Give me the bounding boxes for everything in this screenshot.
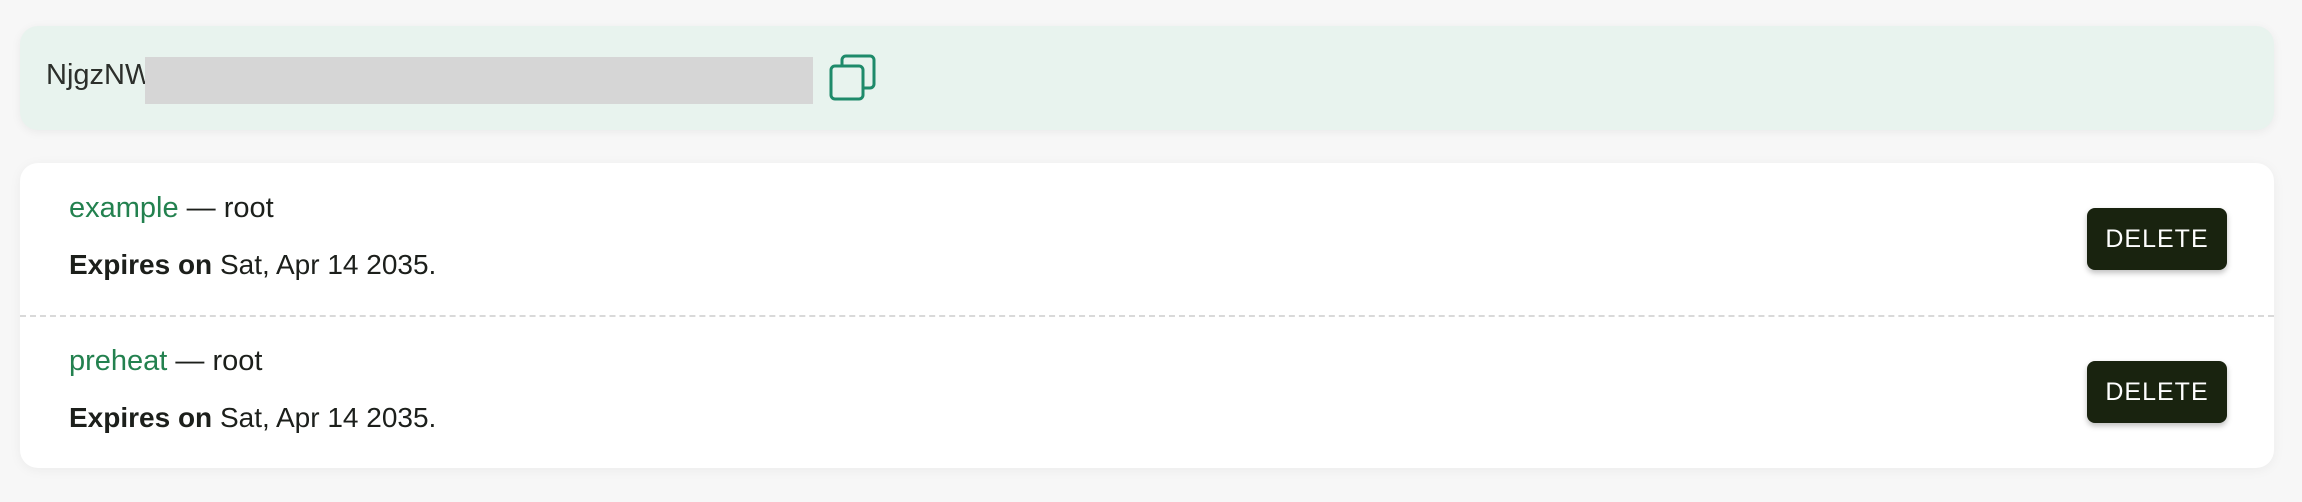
key-user: root — [212, 345, 263, 377]
expires-value: Sat, Apr 14 2035. — [212, 402, 437, 433]
copy-token-button[interactable] — [828, 53, 878, 103]
key-expiry: Expires on Sat, Apr 14 2035. — [69, 402, 437, 434]
keys-list: example — root Expires on Sat, Apr 14 20… — [20, 163, 2274, 468]
key-title: example — root — [69, 192, 274, 225]
key-expiry: Expires on Sat, Apr 14 2035. — [69, 249, 437, 281]
expires-value: Sat, Apr 14 2035. — [212, 249, 437, 280]
key-separator: — — [167, 345, 213, 377]
copy-icon — [828, 53, 878, 103]
key-name: preheat — [69, 345, 168, 377]
token-panel: NjgzNW — [20, 26, 2274, 130]
key-separator: — — [178, 192, 224, 224]
key-title: preheat — root — [69, 345, 263, 378]
token-prefix: NjgzNW — [46, 59, 153, 91]
expires-label: Expires on — [69, 402, 213, 433]
expires-label: Expires on — [69, 249, 213, 280]
key-row: example — root Expires on Sat, Apr 14 20… — [20, 163, 2274, 317]
key-row: preheat — root Expires on Sat, Apr 14 20… — [20, 316, 2274, 468]
key-user: root — [223, 192, 274, 224]
key-name: example — [69, 192, 179, 224]
delete-button[interactable]: DELETE — [2087, 361, 2227, 423]
token-redaction — [145, 57, 813, 104]
delete-button[interactable]: DELETE — [2087, 208, 2227, 270]
